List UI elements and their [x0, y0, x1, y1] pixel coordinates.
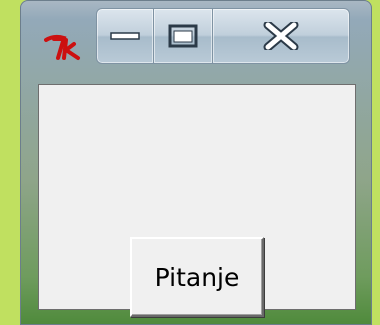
maximize-button[interactable] [153, 8, 213, 64]
minimize-icon [110, 32, 140, 40]
minimize-button[interactable] [96, 8, 154, 64]
close-icon [263, 22, 299, 50]
app-window: Pitanje [20, 0, 372, 325]
close-button[interactable] [212, 8, 350, 64]
maximize-icon [168, 24, 198, 48]
tk-feather-icon [44, 34, 80, 60]
client-area: Pitanje [38, 84, 356, 317]
title-bar[interactable] [20, 0, 372, 74]
pitanje-button[interactable]: Pitanje [130, 237, 264, 317]
